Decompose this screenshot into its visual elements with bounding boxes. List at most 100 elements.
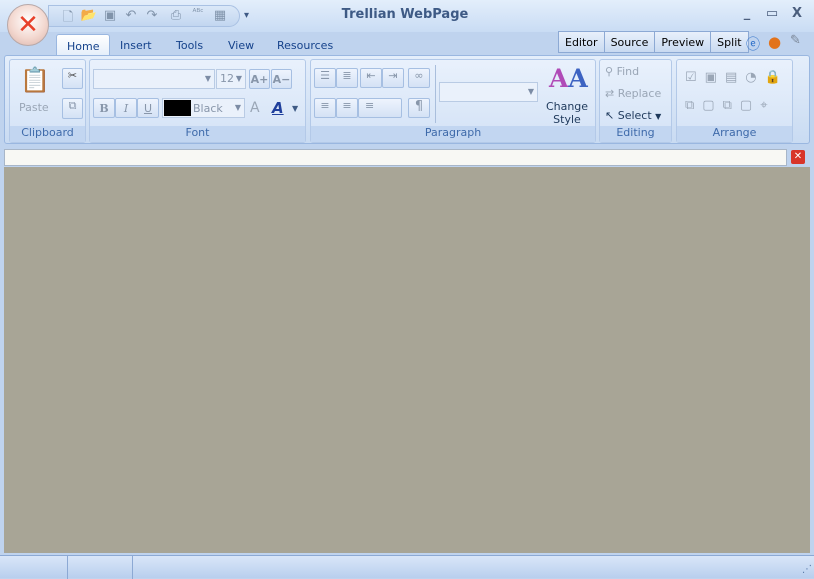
arrange-row-1: ☑▣▤◔🔒 [685,70,789,85]
open-icon[interactable]: 📂 [80,8,98,25]
tab-home[interactable]: Home [56,34,111,56]
lock-icon[interactable]: 🔒 [765,70,789,85]
change-style-button[interactable]: Change Style [545,100,589,126]
color-swatch [164,100,191,116]
send-backward-icon[interactable]: ▢ [702,98,722,113]
maximize-button[interactable]: ▭ [762,6,782,24]
arrange-label: Arrange [677,126,792,142]
bring-front-icon[interactable]: ⧉ [723,98,740,113]
chevron-down-icon: ▼ [234,103,241,112]
pilcrow-button[interactable]: ¶ [408,98,430,118]
decrease-indent-icon[interactable]: ⇤ [360,68,382,88]
tab-view[interactable]: View [218,34,264,56]
minimize-button[interactable]: _ [737,6,757,24]
publish-icon[interactable]: ✎ [790,33,801,48]
close-document-icon[interactable]: ✕ [791,150,805,164]
highlight-icon[interactable]: A [250,100,260,116]
italic-button[interactable]: I [115,98,137,118]
grow-font-button[interactable]: A+ [249,69,270,89]
increase-indent-icon[interactable]: ⇥ [382,68,404,88]
align-right-icon[interactable]: ≡ [358,98,402,118]
status-pane-1 [0,556,68,579]
cut-icon[interactable]: ✂ [62,68,83,89]
select-label: Select [617,109,652,122]
editing-label: Editing [600,126,671,142]
address-bar[interactable] [4,149,787,166]
status-bar: ⋰ [0,555,814,579]
search-icon: ⚲ [605,65,617,78]
paragraph-label: Paragraph [311,126,595,142]
bullet-list-icon[interactable]: ☰ [314,68,336,88]
send-back-icon[interactable]: ▢ [740,98,760,113]
window-title: Trellian WebPage [341,7,469,22]
align-left-icon[interactable]: ≡ [314,98,336,118]
editing-group: ⚲ Find ⇄ Replace ↖ Select ▼ Editing [599,59,672,143]
text-effect-icon[interactable]: A [272,99,284,117]
separator [435,65,436,123]
copy-icon[interactable]: ⧉ [62,98,83,119]
redo-icon[interactable]: ↷ [143,8,161,25]
font-color-select[interactable]: Black ▼ [162,98,245,118]
table-icon[interactable]: ▦ [211,8,229,25]
layer-icon[interactable]: ▤ [725,70,745,85]
replace-button[interactable]: ⇄ Replace [605,87,661,100]
mode-preview[interactable]: Preview [655,32,712,52]
paragraph-group: ☰ ≣ ⇤ ⇥ ∞ ≡ ≡ ≡ ¶ ▼ AA Change Style Para… [310,59,596,143]
numbered-list-icon[interactable]: ≣ [336,68,358,88]
link-icon[interactable]: ∞ [408,68,430,88]
quick-access-toolbar: 🗋 📂 ▣ ↶ ↷ ⎙ ᴬᴮᶜ ▦ [48,5,240,27]
print-icon[interactable]: ⎙ [167,8,185,25]
chevron-down-icon: ▼ [204,74,211,83]
mode-editor[interactable]: Editor [559,32,605,52]
tab-resources[interactable]: Resources [267,34,343,56]
arrange-row-2: ⧉▢⧉▢⌖ [685,98,776,113]
font-label: Font [90,126,305,142]
tab-insert[interactable]: Insert [110,34,162,56]
font-family-select[interactable]: ▼ [93,69,215,89]
spellcheck-icon[interactable]: ᴬᴮᶜ [189,8,207,25]
chevron-down-icon: ▼ [655,112,662,121]
customize-qat-icon[interactable]: ▾ [244,10,249,21]
font-color-value: Black [193,102,223,115]
align-center-icon[interactable]: ≡ [336,98,358,118]
undo-icon[interactable]: ↶ [122,8,140,25]
mode-source[interactable]: Source [605,32,656,52]
replace-label: Replace [617,87,662,100]
chevron-down-icon: ▼ [235,74,242,83]
font-group: ▼ 12 ▼ A+ A− B I U Black ▼ A A ▼ Font [89,59,306,143]
font-size-select[interactable]: 12 ▼ [216,69,246,89]
frame-icon[interactable]: ▣ [705,70,725,85]
firefox-icon[interactable]: ● [768,33,781,51]
chevron-down-icon[interactable]: ▼ [292,104,298,113]
clipboard-label: Clipboard [10,126,85,142]
mode-split[interactable]: Split [711,32,747,52]
close-button[interactable]: X [787,6,807,24]
paste-icon: 📋 [20,66,50,94]
status-pane-2 [68,556,133,579]
view-mode-switcher: Editor Source Preview Split [558,31,749,53]
position-icon[interactable]: ⌖ [760,98,775,113]
change-style-icon[interactable]: AA [549,64,588,93]
record-icon[interactable]: ◔ [745,70,764,85]
replace-icon: ⇄ [605,87,618,100]
underline-button[interactable]: U [137,98,159,118]
bring-forward-icon[interactable]: ⧉ [685,98,702,113]
save-icon[interactable]: ▣ [101,8,119,25]
arrange-group: ☑▣▤◔🔒 ⧉▢⧉▢⌖ Arrange [676,59,793,143]
cursor-icon: ↖ [605,109,618,122]
select-button[interactable]: ↖ Select ▼ [605,109,661,122]
new-icon[interactable]: 🗋 [59,8,77,25]
shrink-font-button[interactable]: A− [271,69,292,89]
find-label: Find [616,65,640,78]
find-button[interactable]: ⚲ Find [605,65,639,78]
resize-grip-icon[interactable]: ⋰ [802,564,812,575]
paragraph-style-select[interactable]: ▼ [439,82,538,102]
font-size-value: 12 [220,72,234,85]
bold-button[interactable]: B [93,98,115,118]
tab-tools[interactable]: Tools [166,34,213,56]
properties-icon[interactable]: ☑ [685,70,705,85]
editor-canvas[interactable] [4,167,810,553]
chevron-down-icon: ▼ [527,87,534,96]
internet-explorer-icon[interactable]: ⓔ [746,34,760,54]
paste-button[interactable]: Paste [19,101,49,114]
